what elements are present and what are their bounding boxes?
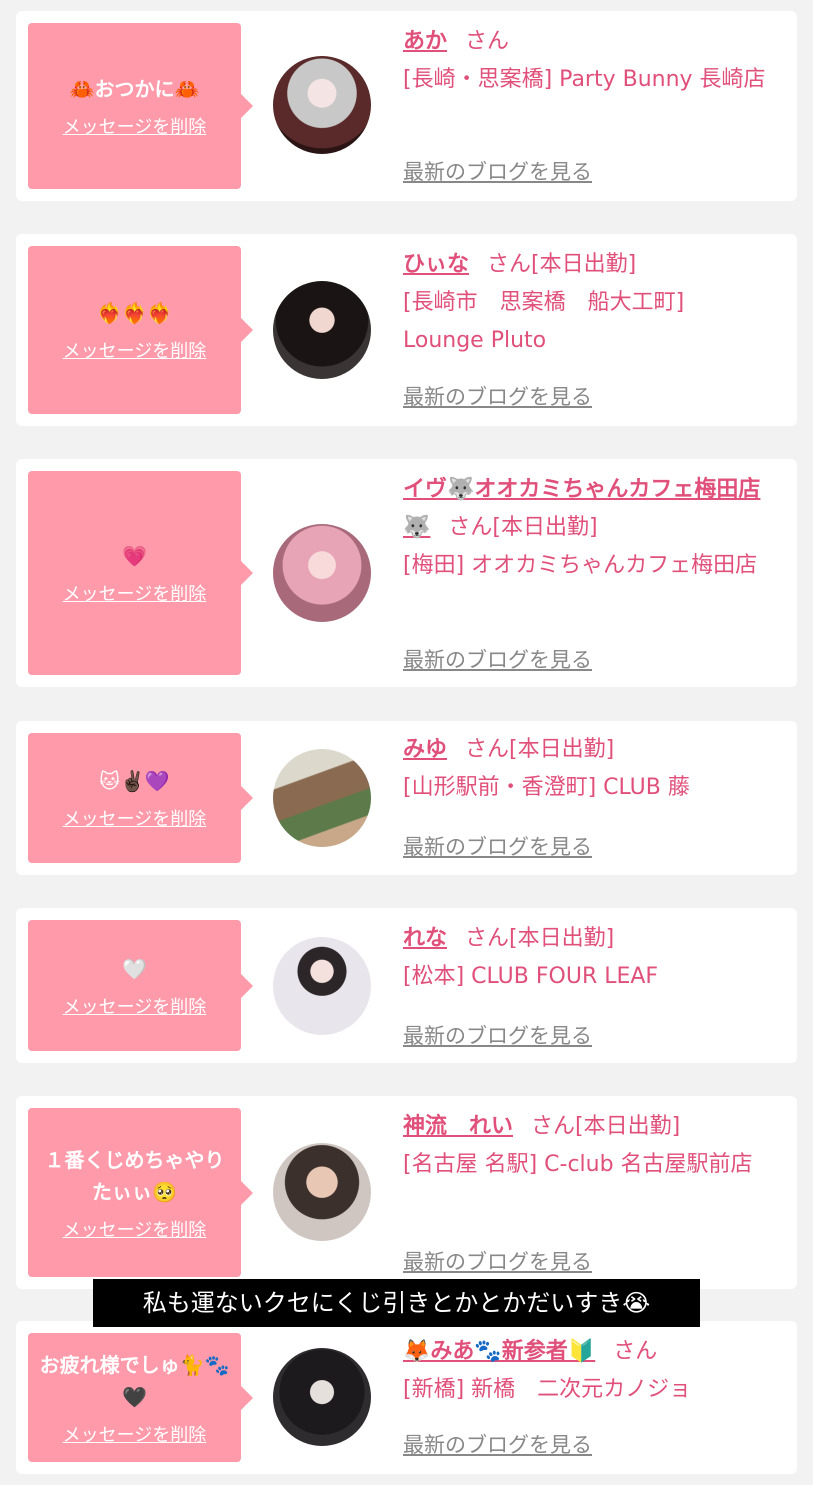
delete-message-link[interactable]: メッセージを削除 — [63, 580, 207, 606]
shop-info: [名古屋 名駅] C-club 名古屋駅前店 — [403, 1152, 753, 1177]
honorific: さん — [531, 1114, 576, 1139]
honorific: さん — [465, 926, 510, 951]
latest-blog-link[interactable]: 最新のブログを見る — [403, 1246, 592, 1276]
shop-info: [梅田] オオカミちゃんカフェ梅田店 — [403, 553, 758, 578]
message-card: 💗 メッセージを削除 イヴ🐺オオカミちゃんカフェ梅田店🐺 さん[本日出勤] [梅田… — [16, 459, 797, 687]
honorific: さん — [487, 252, 532, 277]
latest-blog-link[interactable]: 最新のブログを見る — [403, 831, 592, 861]
honorific: さん — [465, 29, 510, 54]
message-bubble: 🤍 メッセージを削除 — [28, 920, 253, 1051]
message-text: ❤️‍🔥❤️‍🔥❤️‍🔥 — [97, 301, 172, 325]
status-label: [本日出勤] — [492, 515, 598, 540]
profile-info: ひぃな さん[本日出勤] [長崎市 思案橋 船大工町] Lounge Pluto — [403, 246, 703, 360]
delete-message-link[interactable]: メッセージを削除 — [63, 113, 207, 139]
delete-message-link[interactable]: メッセージを削除 — [63, 337, 207, 363]
shop-info: [山形駅前・香澄町] CLUB 藤 — [403, 775, 690, 800]
profile-info: イヴ🐺オオカミちゃんカフェ梅田店🐺 さん[本日出勤] [梅田] オオカミちゃんカフ… — [403, 471, 783, 585]
honorific: さん — [613, 1339, 658, 1364]
avatar[interactable] — [273, 56, 371, 154]
honorific: さん — [465, 737, 510, 762]
message-text: お疲れ様でしゅ🐈🐾🖤 — [39, 1352, 230, 1409]
cast-name-link[interactable]: みゆ — [403, 737, 447, 762]
shop-info: [新橋] 新橋 二次元カノジョ — [403, 1377, 692, 1402]
profile-info: れな さん[本日出勤] [松本] CLUB FOUR LEAF — [403, 920, 783, 996]
message-text: 🦀おつかに🦀 — [69, 77, 200, 101]
profile-info: みゆ さん[本日出勤] [山形駅前・香澄町] CLUB 藤 — [403, 731, 783, 807]
cast-name-link[interactable]: れな — [403, 926, 447, 951]
latest-blog-link[interactable]: 最新のブログを見る — [403, 1020, 592, 1050]
message-bubble: 🐱✌🏿💜 メッセージを削除 — [28, 733, 253, 863]
message-bubble: お疲れ様でしゅ🐈🐾🖤 メッセージを削除 — [28, 1333, 253, 1462]
avatar[interactable] — [273, 749, 371, 847]
cast-name-link[interactable]: あか — [403, 29, 447, 54]
delete-message-link[interactable]: メッセージを削除 — [63, 1216, 207, 1242]
cast-name-link[interactable]: 🦊みあ🐾新参者🔰 — [403, 1339, 595, 1364]
message-card: １番くじめちゃやりたぃぃ🥺 メッセージを削除 神流 れい さん[本日出勤] [名古… — [16, 1096, 797, 1289]
shop-info: [松本] CLUB FOUR LEAF — [403, 964, 659, 989]
message-card: 🤍 メッセージを削除 れな さん[本日出勤] [松本] CLUB FOUR LEA… — [16, 908, 797, 1063]
latest-blog-link[interactable]: 最新のブログを見る — [403, 1429, 592, 1459]
status-label: [本日出勤] — [531, 252, 637, 277]
status-label: [本日出勤] — [509, 926, 615, 951]
shop-info: [長崎市 思案橋 船大工町] Lounge Pluto — [403, 290, 685, 353]
message-bubble: 🦀おつかに🦀 メッセージを削除 — [28, 23, 253, 189]
latest-blog-link[interactable]: 最新のブログを見る — [403, 156, 592, 186]
avatar[interactable] — [273, 524, 371, 622]
honorific: さん — [448, 515, 493, 540]
message-bubble: １番くじめちゃやりたぃぃ🥺 メッセージを削除 — [28, 1108, 253, 1277]
cast-name-link[interactable]: ひぃな — [403, 252, 469, 277]
avatar[interactable] — [273, 1348, 371, 1446]
profile-info: あか さん [長崎・思案橋] Party Bunny 長崎店 — [403, 23, 783, 99]
delete-message-link[interactable]: メッセージを削除 — [63, 993, 207, 1019]
message-text: 🤍 — [122, 956, 147, 981]
shop-info: [長崎・思案橋] Party Bunny 長崎店 — [403, 67, 766, 92]
avatar[interactable] — [273, 281, 371, 379]
cast-name-link[interactable]: 神流 れい — [403, 1114, 513, 1139]
message-text: １番くじめちゃやりたぃぃ🥺 — [44, 1147, 225, 1204]
status-label: [本日出勤] — [575, 1114, 681, 1139]
message-card: 🐱✌🏿💜 メッセージを削除 みゆ さん[本日出勤] [山形駅前・香澄町] CLUB… — [16, 721, 797, 875]
avatar[interactable] — [273, 1143, 371, 1241]
latest-blog-link[interactable]: 最新のブログを見る — [403, 644, 592, 674]
latest-blog-link[interactable]: 最新のブログを見る — [403, 381, 592, 411]
message-card: ❤️‍🔥❤️‍🔥❤️‍🔥 メッセージを削除 ひぃな さん[本日出勤] [長崎市 思… — [16, 234, 797, 426]
message-text: 🐱✌🏿💜 — [99, 769, 170, 793]
message-text: 💗 — [122, 544, 147, 568]
message-bubble: 💗 メッセージを削除 — [28, 471, 253, 675]
profile-info: 神流 れい さん[本日出勤] [名古屋 名駅] C-club 名古屋駅前店 — [403, 1108, 783, 1184]
delete-message-link[interactable]: メッセージを削除 — [63, 1421, 207, 1447]
caption-overlay: 私も運ないクセにくじ引きとかとかだいすき😭 — [93, 1279, 700, 1327]
avatar[interactable] — [273, 937, 371, 1035]
message-card: 🦀おつかに🦀 メッセージを削除 あか さん [長崎・思案橋] Party Bunn… — [16, 11, 797, 201]
status-label: [本日出勤] — [509, 737, 615, 762]
message-bubble: ❤️‍🔥❤️‍🔥❤️‍🔥 メッセージを削除 — [28, 246, 253, 414]
delete-message-link[interactable]: メッセージを削除 — [63, 805, 207, 831]
message-card: お疲れ様でしゅ🐈🐾🖤 メッセージを削除 🦊みあ🐾新参者🔰 さん [新橋] 新橋 二… — [16, 1321, 797, 1474]
profile-info: 🦊みあ🐾新参者🔰 さん [新橋] 新橋 二次元カノジョ — [403, 1333, 783, 1409]
